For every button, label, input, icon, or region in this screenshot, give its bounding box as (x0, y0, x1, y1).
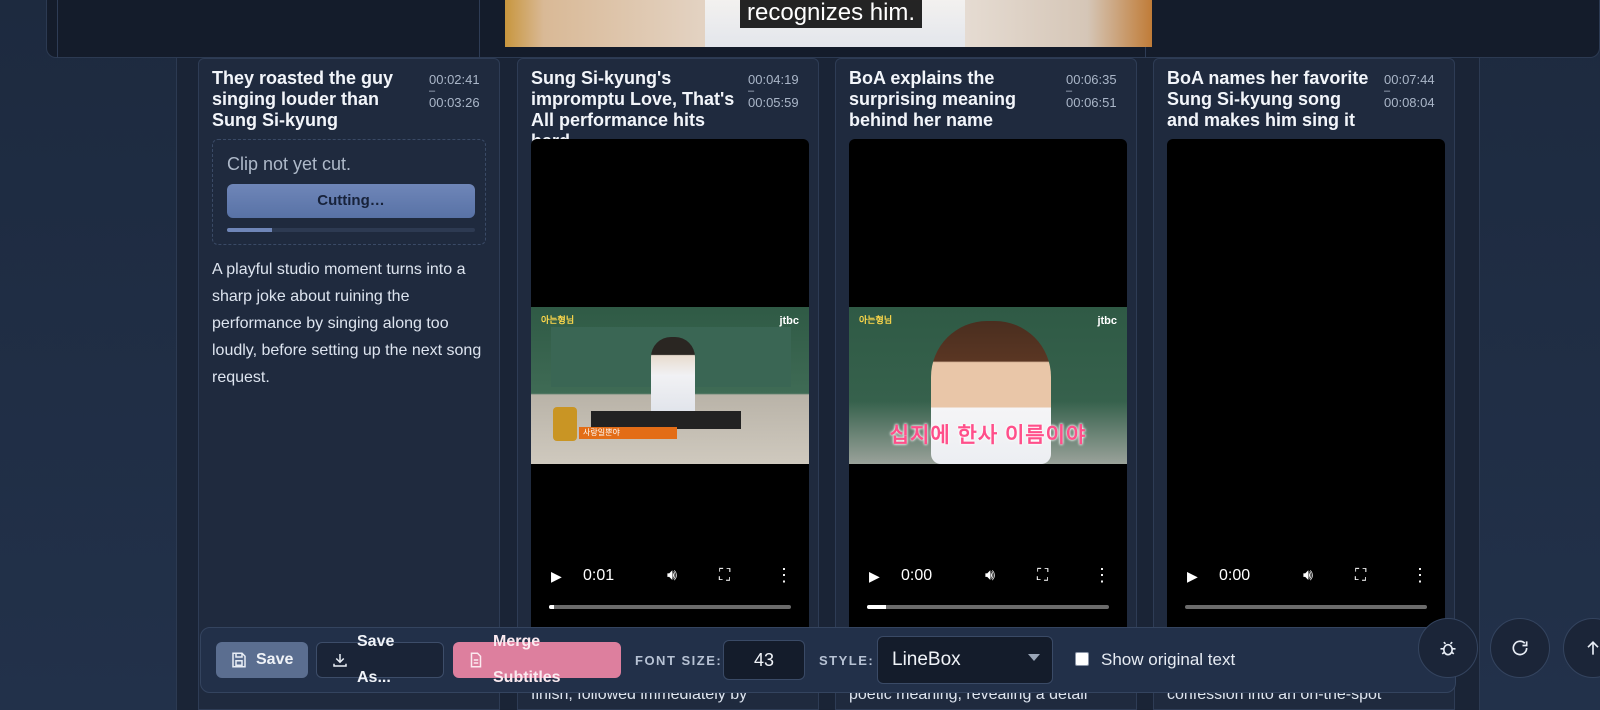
cutting-button[interactable]: Cutting… (227, 184, 475, 218)
clip-video-player[interactable]: 아는형님 jtbc 십지에 한사 이름이야 ▶ 0:00 🔊︎ ⛶ ⋮ (849, 139, 1127, 639)
clip-title: BoA names her favorite Sung Si-kyung son… (1167, 68, 1369, 130)
play-icon[interactable]: ▶ (869, 568, 880, 585)
play-icon[interactable]: ▶ (551, 568, 562, 585)
show-badge-icon (553, 407, 577, 441)
subtitle-toolbar: Save Save As... Merge Subtitles FONT SIZ… (200, 627, 1456, 693)
clip-start-time: 00:02:41 (429, 72, 480, 87)
floppy-disk-icon (232, 652, 246, 668)
volume-icon[interactable]: 🔊︎ (667, 567, 677, 585)
font-size-input[interactable] (723, 640, 805, 680)
clip-video-player[interactable]: ▶ 0:00 🔊︎ ⛶ ⋮ (1167, 139, 1445, 639)
fullscreen-icon[interactable]: ⛶ (1355, 567, 1366, 585)
clip-status-text: Clip not yet cut. (227, 154, 352, 174)
clip-end-time: 00:05:59 (748, 95, 799, 110)
debug-button[interactable] (1418, 618, 1478, 678)
more-options-icon[interactable]: ⋮ (775, 565, 793, 586)
more-options-icon[interactable]: ⋮ (1411, 565, 1429, 586)
volume-icon[interactable]: 🔊︎ (985, 567, 995, 585)
player-time: 0:01 (583, 567, 615, 584)
document-icon (470, 652, 482, 668)
more-options-icon[interactable]: ⋮ (1093, 565, 1111, 586)
clip-start-time: 00:04:19 (748, 72, 799, 87)
clip-card-2: Sung Si-kyung's impromptu Love, That's A… (517, 58, 819, 710)
save-label: Save (256, 651, 294, 668)
video-scrubber[interactable] (1185, 605, 1427, 609)
clip-video-player[interactable]: 아는형님 jtbc 사랑일뿐야 ▶ 0:01 🔊︎ ⛶ ⋮ (531, 139, 809, 639)
clip-start-time: 00:06:35 (1066, 72, 1117, 87)
clip-timecode: 00:07:44 – 00:08:04 (1384, 72, 1450, 110)
arrow-up-icon (1587, 640, 1599, 655)
clip-start-time: 00:07:44 (1384, 72, 1435, 87)
top-video-frame[interactable]: recognizes him. (505, 0, 1152, 47)
save-as-button[interactable]: Save As... (316, 633, 444, 686)
video-frame: 아는형님 jtbc 사랑일뿐야 (531, 307, 809, 464)
time-separator: – (429, 85, 436, 97)
chevron-down-icon (1028, 654, 1040, 661)
clip-card-1: They roasted the guy singing louder than… (198, 58, 500, 710)
clip-end-time: 00:08:04 (1384, 95, 1435, 110)
video-controls: ▶ 0:01 🔊︎ ⛶ ⋮ (531, 559, 809, 595)
show-logo: 아는형님 (541, 315, 575, 325)
clip-title: They roasted the guy singing louder than… (212, 68, 394, 130)
clip-card-4: BoA names her favorite Sung Si-kyung son… (1153, 58, 1455, 710)
video-scrubber[interactable] (549, 605, 791, 609)
network-logo: jtbc (1097, 315, 1117, 327)
time-separator: – (1384, 85, 1391, 97)
network-logo: jtbc (779, 315, 799, 327)
top-video-caption: recognizes him. (740, 0, 923, 28)
show-logo: 아는형님 (859, 315, 893, 325)
clip-description: A playful studio moment turns into a sha… (212, 261, 482, 386)
time-separator: – (748, 85, 755, 97)
style-label: STYLE: (819, 653, 875, 668)
clip-timecode: 00:06:35 – 00:06:51 (1066, 72, 1132, 110)
video-controls: ▶ 0:00 🔊︎ ⛶ ⋮ (849, 559, 1127, 595)
clip-card-3: BoA explains the surprising meaning behi… (835, 58, 1137, 710)
play-icon[interactable]: ▶ (1187, 568, 1198, 585)
merge-label: Merge Subtitles (493, 633, 561, 686)
video-frame: 아는형님 jtbc 십지에 한사 이름이야 (849, 307, 1127, 464)
save-as-label: Save As... (357, 633, 395, 686)
fullscreen-icon[interactable]: ⛶ (1037, 567, 1048, 585)
show-original-label[interactable]: Show original text (1101, 650, 1235, 670)
time-separator: – (1066, 85, 1073, 97)
scroll-top-button[interactable] (1563, 618, 1600, 678)
clip-cut-box: Clip not yet cut. Cutting… (212, 139, 486, 245)
song-banner: 사랑일뿐야 (579, 427, 677, 439)
video-subtitle: 십지에 한사 이름이야 (889, 424, 1087, 447)
download-icon (333, 654, 347, 667)
player-time: 0:00 (1219, 567, 1251, 584)
style-select[interactable]: LineBox (877, 636, 1053, 684)
fullscreen-icon[interactable]: ⛶ (719, 567, 730, 585)
volume-icon[interactable]: 🔊︎ (1303, 567, 1313, 585)
clip-end-time: 00:03:26 (429, 95, 480, 110)
clip-end-time: 00:06:51 (1066, 95, 1117, 110)
show-original-checkbox[interactable] (1075, 652, 1089, 666)
refresh-icon (1512, 640, 1528, 656)
video-controls: ▶ 0:00 🔊︎ ⛶ ⋮ (1167, 559, 1445, 595)
clip-timecode: 00:04:19 – 00:05:59 (748, 72, 814, 110)
clip-timecode: 00:02:41 – 00:03:26 (429, 72, 495, 110)
video-scrubber[interactable] (867, 605, 1109, 609)
refresh-button[interactable] (1490, 618, 1550, 678)
bug-icon (1440, 641, 1456, 656)
merge-subtitles-button[interactable]: Merge Subtitles (453, 633, 621, 686)
font-size-label: FONT SIZE: (635, 653, 723, 668)
cut-progress-fill (227, 228, 272, 232)
clip-title: BoA explains the surprising meaning behi… (849, 68, 1017, 130)
style-value: LineBox (892, 649, 961, 670)
cut-progress-bar (227, 228, 475, 232)
player-time: 0:00 (901, 567, 933, 584)
save-button[interactable]: Save (216, 642, 308, 678)
